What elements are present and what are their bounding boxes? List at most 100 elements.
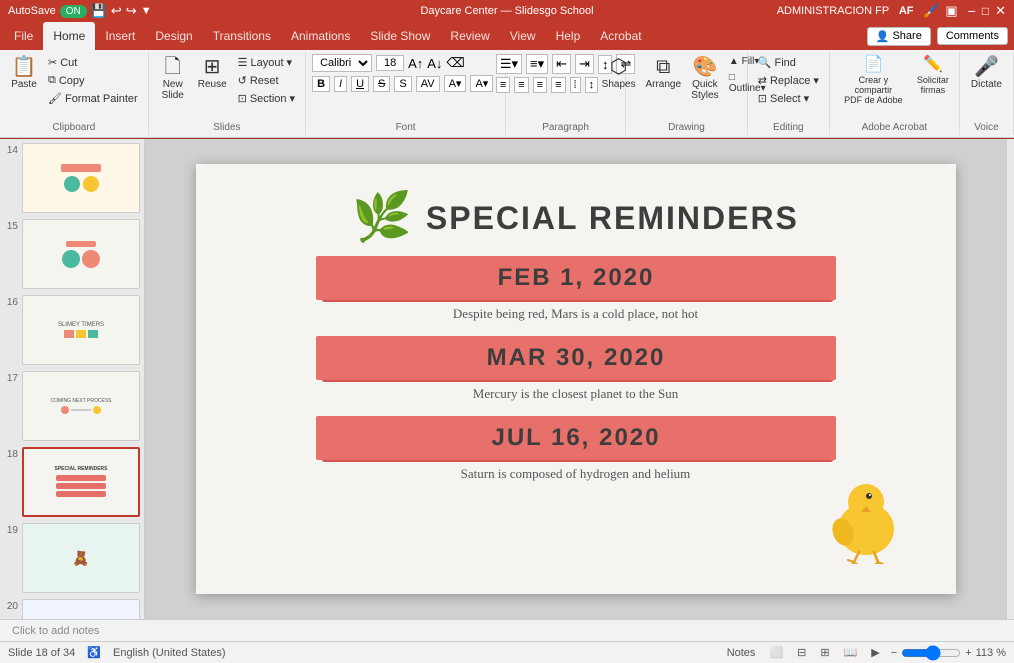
tab-insert[interactable]: Insert	[95, 22, 145, 50]
columns-button[interactable]: ⁞	[570, 77, 581, 93]
share-button[interactable]: 👤 Share	[867, 27, 931, 46]
slide-item-19[interactable]: 19 🧸	[4, 523, 140, 593]
customize-icon[interactable]: ▼	[141, 5, 152, 17]
tab-animations[interactable]: Animations	[281, 22, 360, 50]
normal-view-button[interactable]: ⬜	[766, 645, 786, 660]
italic-button[interactable]: I	[334, 76, 347, 92]
minus-btn[interactable]: −	[968, 3, 976, 19]
cut-button[interactable]: ✂ Cut	[44, 54, 142, 71]
outline-view-button[interactable]: ⊟	[794, 645, 809, 660]
tab-review[interactable]: Review	[440, 22, 499, 50]
tab-help[interactable]: Help	[546, 22, 591, 50]
tab-design[interactable]: Design	[145, 22, 202, 50]
numbering-button[interactable]: ≡▾	[526, 54, 548, 74]
ribbon-content: 📋 Paste ✂ Cut ⧉ Copy 🖌 Format Painter Cl…	[0, 50, 1014, 138]
brush-icon[interactable]: 🖌️	[923, 3, 939, 19]
format-painter-button[interactable]: 🖌 Format Painter	[44, 90, 142, 107]
notes-view-button[interactable]: Notes	[724, 646, 759, 660]
slide-thumb-14[interactable]	[22, 143, 140, 213]
font-decrease-icon[interactable]: A↓	[427, 56, 442, 71]
arrange-button[interactable]: ⧉ Arrange	[642, 54, 685, 93]
bullets-button[interactable]: ☰▾	[496, 54, 522, 74]
autosave-label: AutoSave	[8, 5, 56, 17]
zoom-in-button[interactable]: +	[965, 647, 971, 659]
create-pdf-button[interactable]: 📄 Crear y compartirPDF de Adobe	[836, 54, 911, 108]
replace-button[interactable]: ⇄ Replace ▾	[754, 72, 823, 89]
increase-indent-icon[interactable]: ⇥	[575, 54, 594, 74]
comments-button[interactable]: Comments	[937, 27, 1008, 45]
layout-button[interactable]: ☰ Layout ▾	[234, 54, 299, 71]
section-button[interactable]: ⊡ Section ▾	[234, 90, 299, 107]
autosave-toggle[interactable]: ON	[60, 5, 87, 18]
tab-home[interactable]: Home	[43, 22, 95, 50]
font-name-select[interactable]: Calibri	[312, 54, 372, 72]
highlight-button[interactable]: A▾	[470, 75, 493, 92]
align-right-button[interactable]: ≡	[533, 77, 547, 93]
paste-button[interactable]: 📋 Paste	[6, 54, 42, 93]
accessibility-icon[interactable]: ♿	[87, 646, 101, 659]
char-spacing-button[interactable]: AV	[416, 76, 440, 92]
notes-bar[interactable]: Click to add notes	[0, 619, 1014, 641]
screen-icon[interactable]: ▣	[945, 3, 957, 19]
slide-item-17[interactable]: 17 COMING NEXT PROCESS	[4, 371, 140, 441]
slide-thumb-19[interactable]: 🧸	[22, 523, 140, 593]
redo-icon[interactable]: ↪	[126, 3, 137, 19]
reading-view-button[interactable]: 📖	[841, 645, 861, 660]
slide-thumb-15[interactable]	[22, 219, 140, 289]
slide-sorter-button[interactable]: ⊞	[817, 645, 832, 660]
slide-item-15[interactable]: 15	[4, 219, 140, 289]
underline-button[interactable]: U	[351, 76, 369, 92]
tab-file[interactable]: File	[4, 22, 43, 50]
window-title: Daycare Center — Slidesgo School	[420, 5, 593, 17]
select-button[interactable]: ⊡ Select ▾	[754, 90, 823, 107]
slide-thumb-20[interactable]: 1 2 3 4	[22, 599, 140, 619]
align-center-button[interactable]: ≡	[514, 77, 528, 93]
decrease-indent-icon[interactable]: ⇤	[552, 54, 571, 74]
editing-group: 🔍 Find ⇄ Replace ▾ ⊡ Select ▾ Editing	[748, 52, 830, 135]
line-spacing-button[interactable]: ↕	[585, 77, 599, 93]
zoom-slider[interactable]	[901, 645, 961, 661]
slide-thumb-16[interactable]: SLIMEY TIMERS	[22, 295, 140, 365]
new-slide-icon: 🗋	[165, 57, 181, 77]
slide-thumb-17[interactable]: COMING NEXT PROCESS	[22, 371, 140, 441]
adobe-label: Adobe Acrobat	[862, 120, 928, 133]
slide-canvas[interactable]: 🌿 SPECIAL REMINDERS FEB 1, 2020 Despite …	[196, 164, 956, 594]
slide-thumb-18[interactable]: SPECIAL REMINDERS	[22, 447, 140, 517]
dictate-button[interactable]: 🎤 Dictate	[966, 54, 1007, 93]
align-left-button[interactable]: ≡	[496, 77, 510, 93]
quick-styles-button[interactable]: 🎨 QuickStyles	[687, 54, 723, 104]
bold-button[interactable]: B	[312, 76, 330, 92]
font-increase-icon[interactable]: A↑	[408, 56, 423, 71]
slide-number-15: 15	[4, 221, 18, 232]
presentation-view-button[interactable]: ▶	[868, 645, 882, 660]
strikethrough-button[interactable]: S	[373, 76, 390, 92]
maximize-btn[interactable]: □	[982, 4, 989, 18]
reset-button[interactable]: ↺ Reset	[234, 72, 299, 89]
language: English (United States)	[113, 647, 226, 659]
slide-item-18[interactable]: 18 SPECIAL REMINDERS	[4, 447, 140, 517]
new-slide-button[interactable]: 🗋 NewSlide	[155, 54, 191, 104]
clear-format-icon[interactable]: ⌫	[446, 55, 464, 71]
request-sign-button[interactable]: ✏️ Solicitarfirmas	[913, 54, 953, 98]
slides-buttons: 🗋 NewSlide ⊞ Reuse ☰ Layout ▾ ↺ Reset ⊡ …	[155, 54, 299, 120]
font-color-button[interactable]: A▾	[444, 75, 467, 92]
find-button[interactable]: 🔍 Find	[754, 54, 823, 71]
tab-view[interactable]: View	[500, 22, 546, 50]
reuse-button[interactable]: ⊞ Reuse	[193, 54, 232, 93]
copy-button[interactable]: ⧉ Copy	[44, 72, 142, 89]
user-badge[interactable]: AF	[895, 0, 917, 22]
justify-button[interactable]: ≡	[551, 77, 565, 93]
slide-item-16[interactable]: 16 SLIMEY TIMERS	[4, 295, 140, 365]
font-size-input[interactable]	[376, 55, 404, 71]
slide-item-20[interactable]: 20 1 2 3 4	[4, 599, 140, 619]
close-btn[interactable]: ✕	[995, 3, 1006, 19]
tab-slideshow[interactable]: Slide Show	[360, 22, 440, 50]
slide-item-14[interactable]: 14	[4, 143, 140, 213]
zoom-out-button[interactable]: −	[891, 647, 897, 659]
undo-icon[interactable]: ↩	[111, 3, 122, 19]
shapes-button[interactable]: ⬡ Shapes	[598, 54, 640, 93]
save-icon[interactable]: 💾	[91, 3, 107, 19]
tab-acrobat[interactable]: Acrobat	[590, 22, 651, 50]
tab-transitions[interactable]: Transitions	[203, 22, 281, 50]
shadow-button[interactable]: S	[394, 76, 411, 92]
